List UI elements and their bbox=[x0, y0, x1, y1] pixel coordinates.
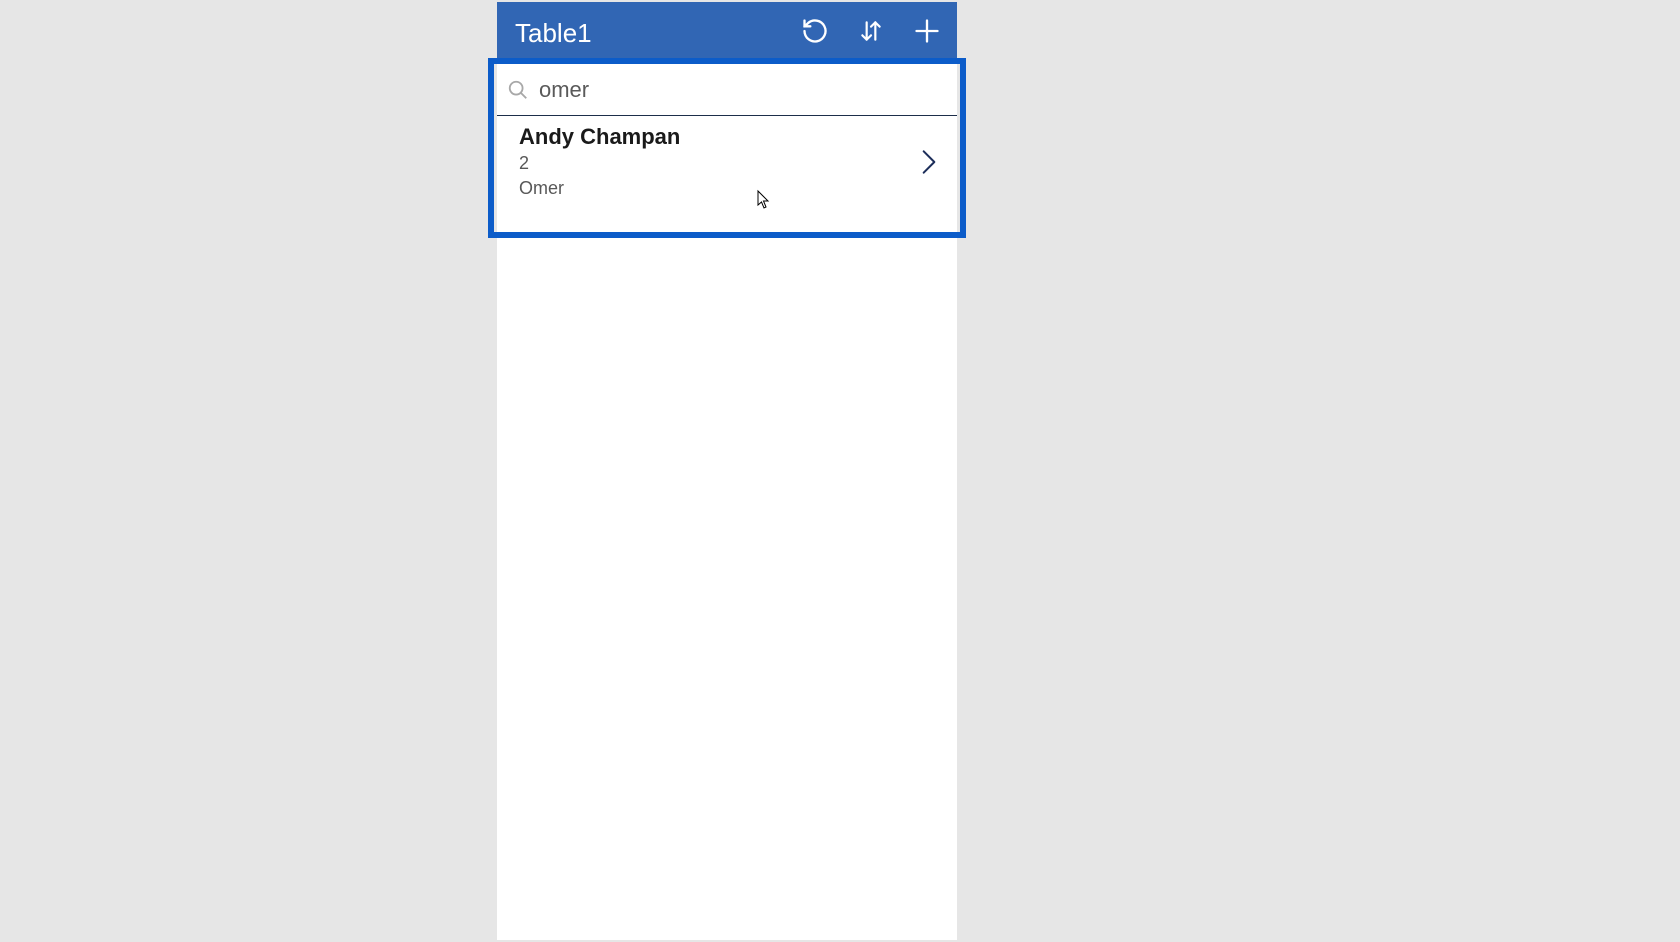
app-container: Table1 bbox=[497, 2, 957, 940]
search-input[interactable] bbox=[533, 77, 951, 103]
header-actions bbox=[799, 17, 943, 49]
list-item-content: Andy Champan 2 Omer bbox=[519, 124, 680, 201]
plus-icon bbox=[913, 17, 941, 50]
list-item-subtitle-2: Omer bbox=[519, 177, 680, 200]
app-title: Table1 bbox=[515, 18, 592, 49]
list-item-subtitle-1: 2 bbox=[519, 152, 680, 175]
add-button[interactable] bbox=[911, 17, 943, 49]
chevron-right-icon bbox=[915, 142, 943, 182]
search-icon bbox=[503, 79, 533, 101]
search-bar bbox=[497, 64, 957, 116]
refresh-icon bbox=[801, 17, 829, 50]
list-item[interactable]: Andy Champan 2 Omer bbox=[497, 116, 957, 211]
sort-icon bbox=[858, 16, 884, 51]
sort-button[interactable] bbox=[855, 17, 887, 49]
refresh-button[interactable] bbox=[799, 17, 831, 49]
list-item-title: Andy Champan bbox=[519, 124, 680, 150]
app-header: Table1 bbox=[497, 2, 957, 64]
